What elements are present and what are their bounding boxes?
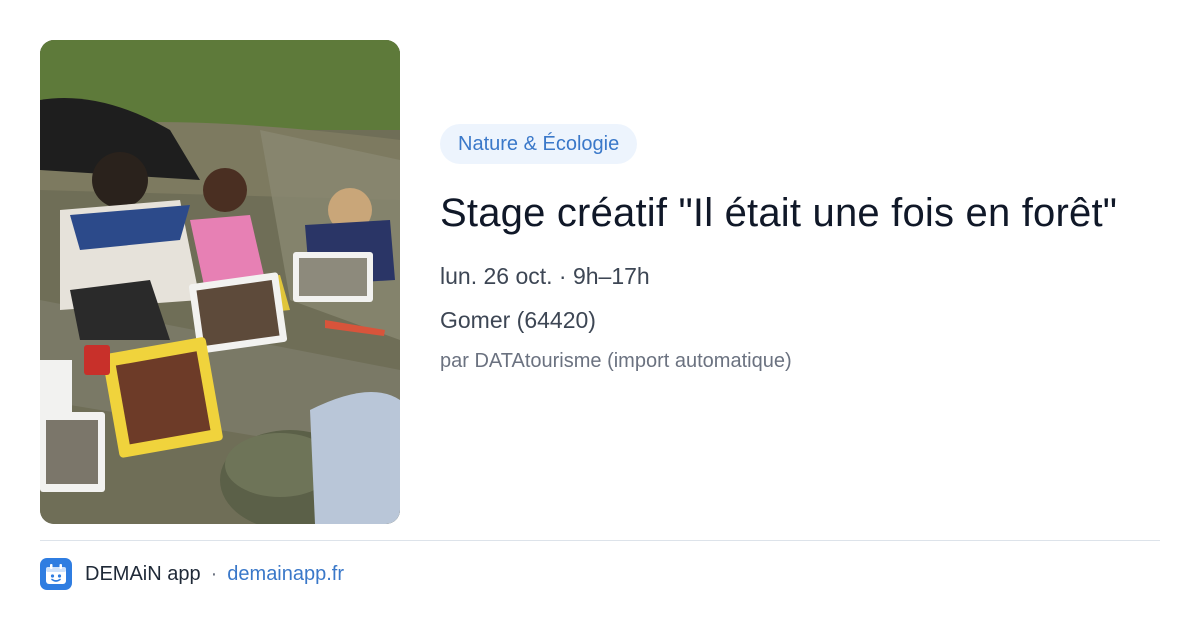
event-photo-illustration [40,40,400,524]
event-location: Gomer (64420) [440,307,596,333]
app-domain-link[interactable]: demainapp.fr [227,563,344,586]
event-photo [40,40,400,524]
event-title[interactable]: Stage créatif "Il était une fois en forê… [440,186,1160,240]
event-preview-card[interactable]: Nature & Écologie Stage créatif "Il étai… [0,0,1200,630]
footer: DEMAiN app · demainapp.fr [40,558,344,590]
event-details: Nature & Écologie Stage créatif "Il étai… [440,124,1160,374]
demain-app-icon [40,558,72,590]
footer-separator: · [210,562,218,585]
category-tag[interactable]: Nature & Écologie [440,124,638,164]
event-source: par DATAtourisme (import automatique) [440,350,792,372]
calendar-face-icon [46,564,66,584]
event-date-time: lun. 26 oct. · 9h–17h [440,263,650,289]
app-name: DEMAiN app [85,562,201,585]
footer-divider [40,540,1160,541]
